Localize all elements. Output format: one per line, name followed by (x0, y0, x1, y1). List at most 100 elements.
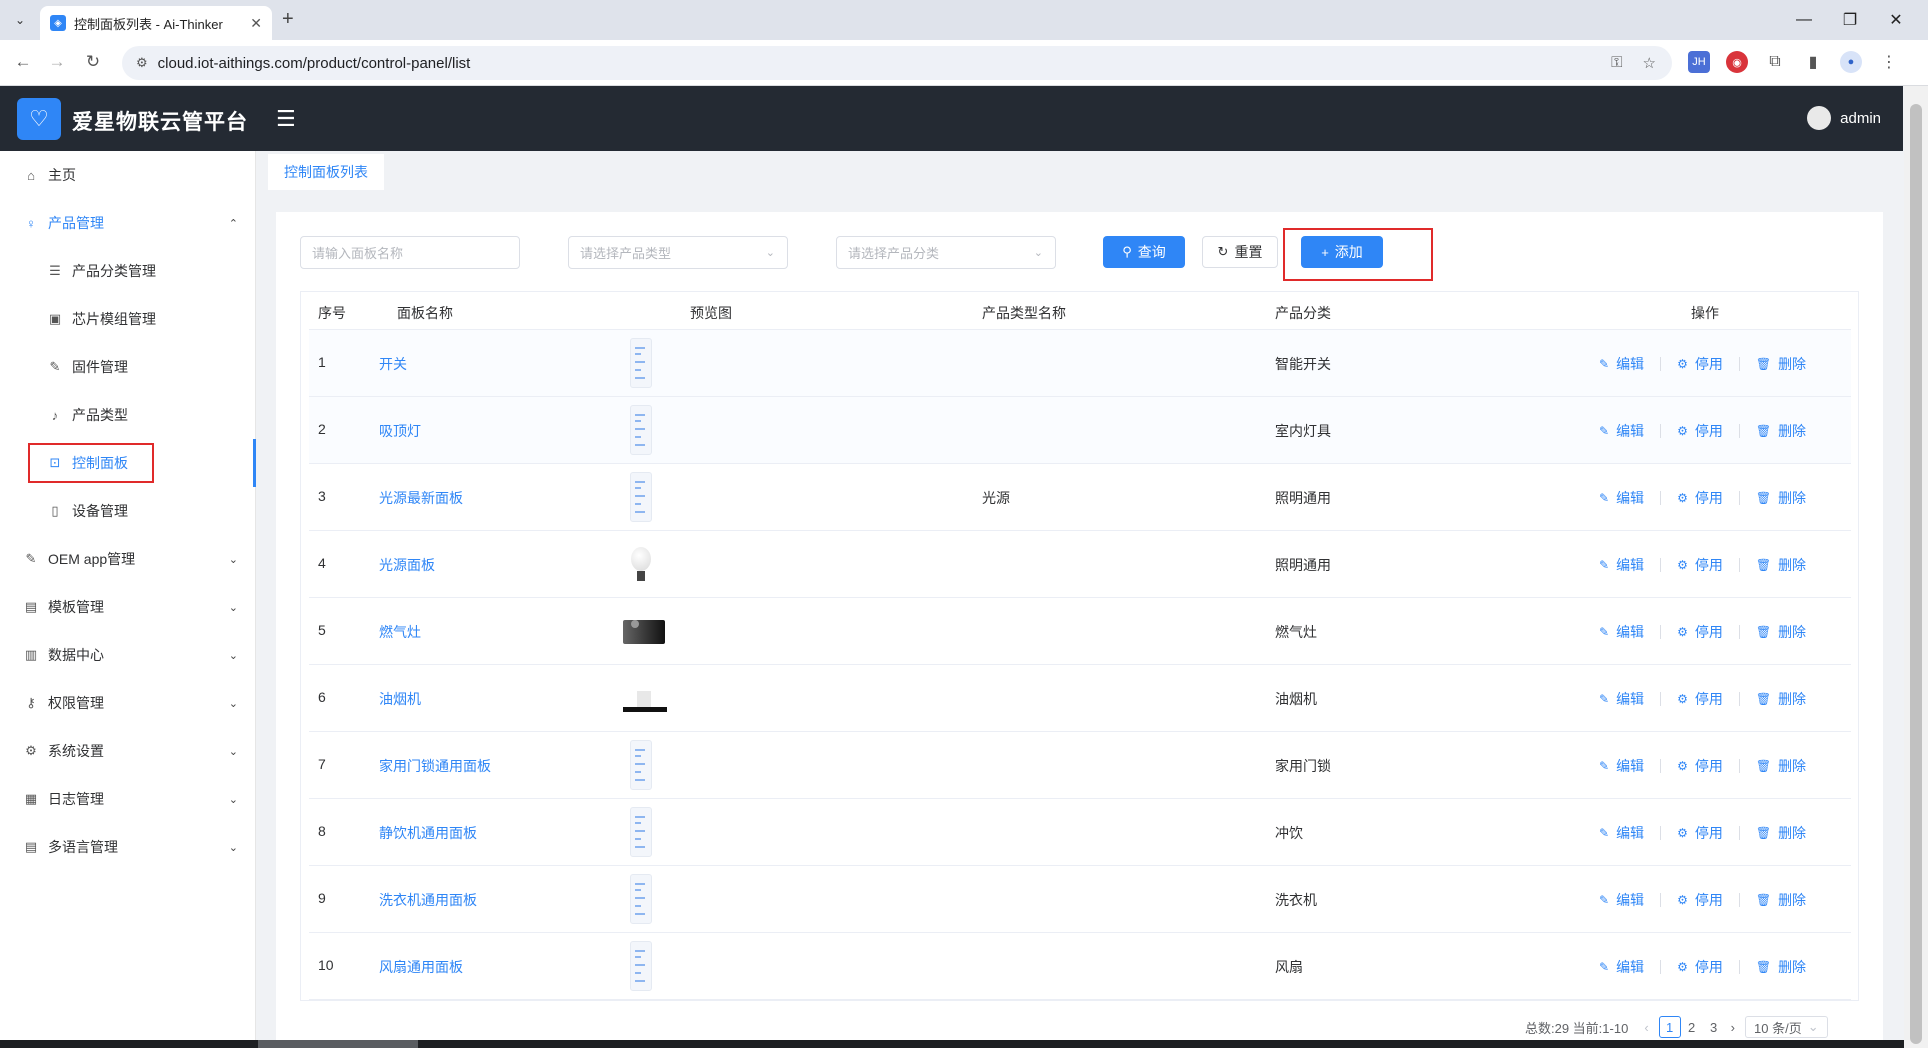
sidebar-item-chip-module[interactable]: ▣ 芯片模组管理 (0, 295, 256, 343)
preview-image[interactable] (630, 472, 652, 522)
sidebar-item-permission[interactable]: ⚷ 权限管理 ⌄ (0, 679, 256, 727)
disable-button[interactable]: ⚙ 停用 (1677, 689, 1723, 709)
edit-button[interactable]: ✎ 编辑 (1599, 354, 1644, 374)
horizontal-scrollbar-thumb[interactable] (258, 1040, 418, 1048)
site-info-icon[interactable]: ⚙ (136, 55, 148, 71)
edit-button[interactable]: ✎ 编辑 (1599, 957, 1644, 977)
preview-image[interactable] (630, 740, 652, 790)
user-menu[interactable]: admin (1807, 106, 1881, 130)
panel-name-link[interactable]: 家用门锁通用面板 (379, 756, 491, 776)
edit-button[interactable]: ✎ 编辑 (1599, 421, 1644, 441)
tab-list-chevron-icon[interactable]: ⌄ (8, 9, 32, 31)
sidebar-item-device[interactable]: ▯ 设备管理 (0, 487, 256, 535)
preview-image[interactable] (630, 807, 652, 857)
close-window-icon[interactable]: ✕ (1876, 6, 1916, 34)
minimize-icon[interactable]: — (1784, 6, 1824, 34)
new-tab-plus-icon[interactable]: + (282, 8, 294, 31)
browser-tab[interactable]: ◈ 控制面板列表 - Ai-Thinker ✕ (40, 6, 272, 40)
delete-button[interactable]: 🗑 删除 (1756, 354, 1806, 374)
sidebar-item-firmware[interactable]: ✎ 固件管理 (0, 343, 256, 391)
delete-button[interactable]: 🗑 删除 (1756, 488, 1806, 508)
tag-control-panel-list[interactable]: 控制面板列表 (268, 154, 384, 190)
sidebar-item-product-category[interactable]: ☰ 产品分类管理 (0, 247, 256, 295)
disable-button[interactable]: ⚙ 停用 (1677, 421, 1723, 441)
page-1[interactable]: 1 (1658, 1016, 1681, 1038)
next-page-icon[interactable]: › (1731, 1020, 1735, 1035)
forward-arrow-icon[interactable]: → (46, 52, 68, 72)
product-category-select[interactable]: 请选择产品分类 ⌄ (836, 236, 1056, 269)
panel-name-link[interactable]: 风扇通用面板 (379, 957, 463, 977)
prev-page-icon[interactable]: ‹ (1644, 1020, 1648, 1035)
preview-image[interactable] (630, 941, 652, 991)
disable-button[interactable]: ⚙ 停用 (1677, 756, 1723, 776)
delete-button[interactable]: 🗑 删除 (1756, 421, 1806, 441)
reset-button[interactable]: ↻ 重置 (1202, 236, 1278, 268)
edit-button[interactable]: ✎ 编辑 (1599, 890, 1644, 910)
panel-name-input[interactable]: 请输入面板名称 (300, 236, 520, 269)
vertical-scrollbar[interactable] (1904, 86, 1928, 1048)
disable-button[interactable]: ⚙ 停用 (1677, 354, 1723, 374)
sidebar-item-oem-app[interactable]: ✎ OEM app管理 ⌄ (0, 535, 256, 583)
edit-button[interactable]: ✎ 编辑 (1599, 756, 1644, 776)
delete-button[interactable]: 🗑 删除 (1756, 823, 1806, 843)
panel-name-link[interactable]: 燃气灶 (379, 622, 421, 642)
preview-image[interactable] (623, 673, 667, 712)
panel-name-link[interactable]: 光源面板 (379, 555, 435, 575)
sidebar-item-product-management[interactable]: ♀ 产品管理 ⌃ (0, 199, 256, 247)
panel-name-link[interactable]: 油烟机 (379, 689, 421, 709)
disable-button[interactable]: ⚙ 停用 (1677, 957, 1723, 977)
sidebar-item-logs[interactable]: ▦ 日志管理 ⌄ (0, 775, 256, 823)
jh-extension-icon[interactable]: JH (1688, 51, 1710, 73)
puzzle-extension-icon[interactable]: ⧉ (1764, 51, 1786, 73)
menu-toggle-icon[interactable]: ☰ (276, 106, 296, 132)
shield-extension-icon[interactable]: ◉ (1726, 51, 1748, 73)
preview-image[interactable] (623, 606, 665, 644)
disable-button[interactable]: ⚙ 停用 (1677, 890, 1723, 910)
restore-window-icon[interactable]: ❐ (1830, 6, 1870, 34)
disable-button[interactable]: ⚙ 停用 (1677, 823, 1723, 843)
edit-button[interactable]: ✎ 编辑 (1599, 622, 1644, 642)
preview-image[interactable] (631, 539, 651, 581)
preview-image[interactable] (630, 338, 652, 388)
bookmark-star-icon[interactable]: ☆ (1643, 54, 1656, 72)
edit-button[interactable]: ✎ 编辑 (1599, 689, 1644, 709)
sidebar-item-product-type[interactable]: ♪ 产品类型 (0, 391, 256, 439)
edit-button[interactable]: ✎ 编辑 (1599, 488, 1644, 508)
delete-button[interactable]: 🗑 删除 (1756, 689, 1806, 709)
panel-name-link[interactable]: 吸顶灯 (379, 421, 421, 441)
panel-name-link[interactable]: 洗衣机通用面板 (379, 890, 477, 910)
preview-image[interactable] (630, 405, 652, 455)
delete-button[interactable]: 🗑 删除 (1756, 622, 1806, 642)
scrollbar-thumb[interactable] (1910, 104, 1922, 1044)
edit-button[interactable]: ✎ 编辑 (1599, 823, 1644, 843)
query-button[interactable]: ⚲ 查询 (1103, 236, 1185, 268)
page-2[interactable]: 2 (1681, 1016, 1703, 1038)
browser-menu-icon[interactable]: ⋮ (1878, 51, 1900, 73)
sidebar-item-system-settings[interactable]: ⚙ 系统设置 ⌄ (0, 727, 256, 775)
delete-button[interactable]: 🗑 删除 (1756, 957, 1806, 977)
sidebar-item-data-center[interactable]: ▥ 数据中心 ⌄ (0, 631, 256, 679)
delete-button[interactable]: 🗑 删除 (1756, 555, 1806, 575)
delete-button[interactable]: 🗑 删除 (1756, 756, 1806, 776)
sidebar-item-home[interactable]: ⌂ 主页 (0, 151, 256, 199)
panel-name-link[interactable]: 开关 (379, 354, 407, 374)
profile-icon[interactable]: ● (1840, 51, 1862, 73)
disable-button[interactable]: ⚙ 停用 (1677, 622, 1723, 642)
product-type-select[interactable]: 请选择产品类型 ⌄ (568, 236, 788, 269)
page-3[interactable]: 3 (1703, 1016, 1725, 1038)
password-key-icon[interactable]: ⚿ (1611, 54, 1622, 72)
disable-button[interactable]: ⚙ 停用 (1677, 555, 1723, 575)
panel-name-link[interactable]: 光源最新面板 (379, 488, 463, 508)
disable-button[interactable]: ⚙ 停用 (1677, 488, 1723, 508)
back-arrow-icon[interactable]: ← (12, 52, 34, 72)
horizontal-scrollbar[interactable] (0, 1040, 1904, 1048)
reload-icon[interactable]: ↻ (82, 52, 104, 72)
side-panel-icon[interactable]: ▮ (1802, 51, 1824, 73)
page-size-select[interactable]: 10 条/页 ⌄ (1745, 1016, 1828, 1038)
sidebar-item-multi-language[interactable]: ▤ 多语言管理 ⌄ (0, 823, 256, 871)
panel-name-link[interactable]: 静饮机通用面板 (379, 823, 477, 843)
address-bar[interactable]: ⚙ cloud.iot-aithings.com/product/control… (122, 46, 1672, 80)
preview-image[interactable] (630, 874, 652, 924)
close-tab-icon[interactable]: ✕ (250, 15, 262, 32)
delete-button[interactable]: 🗑 删除 (1756, 890, 1806, 910)
